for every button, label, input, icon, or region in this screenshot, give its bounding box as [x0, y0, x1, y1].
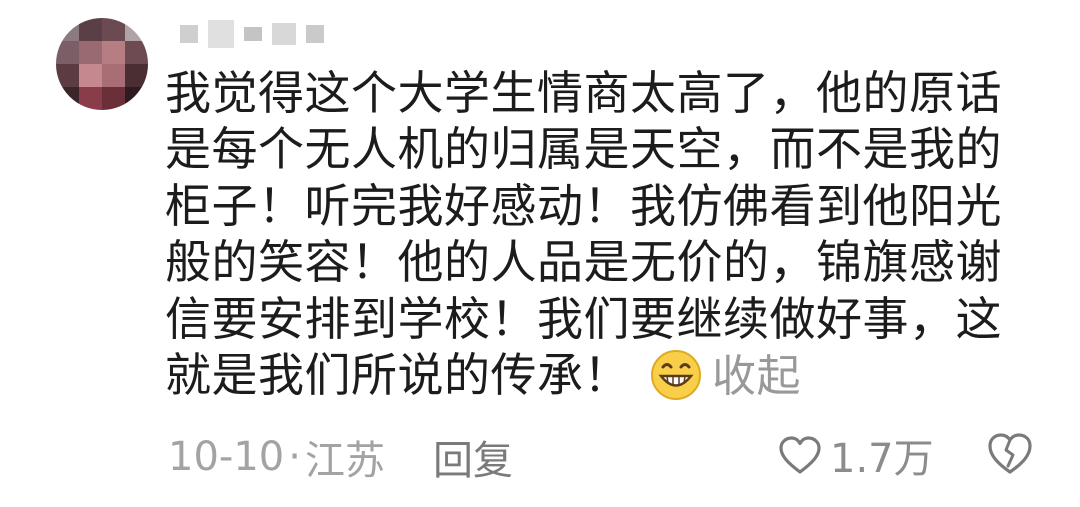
comment-location: 江苏 [304, 438, 385, 484]
avatar-pixel [125, 64, 148, 87]
reply-button[interactable]: 回复 [433, 428, 513, 486]
like-button[interactable]: 1.7万 [778, 426, 934, 484]
avatar-pixel [79, 64, 102, 87]
avatar-pixel [56, 41, 79, 64]
like-count: 1.7万 [830, 436, 934, 482]
avatar-pixel [79, 41, 102, 64]
avatar-pixel [102, 64, 125, 87]
avatar-pixel [102, 41, 125, 64]
avatar-pixel [56, 64, 79, 87]
avatar-pixel [125, 41, 148, 64]
meta-separator: · [288, 434, 301, 480]
username-blurred[interactable] [180, 18, 324, 50]
avatar-pixel [125, 18, 148, 41]
avatar-pixel [102, 87, 125, 110]
avatar-pixel [102, 18, 125, 41]
avatar[interactable] [56, 18, 148, 110]
collapse-button[interactable]: 收起 [712, 351, 801, 402]
broken-heart-icon[interactable] [985, 428, 1035, 478]
avatar-pixel [56, 18, 79, 41]
avatar-pixel [79, 87, 102, 110]
comment-text: 我觉得这个大学生情商太高了，他的原话是每个无人机的归属是天空，而不是我的柜子！听… [165, 66, 1002, 403]
grinning-face-icon [651, 350, 701, 401]
comment-meta: 10-10 · 江苏 回复 [168, 428, 513, 486]
comment-body: 我觉得这个大学生情商太高了，他的原话是每个无人机的归属是天空，而不是我的柜子！听… [165, 65, 1040, 405]
avatar-pixel [125, 87, 148, 110]
heart-outline-icon [779, 436, 821, 474]
avatar-pixel [56, 87, 79, 110]
comment-date: 10-10 [168, 434, 285, 480]
avatar-pixel [79, 18, 102, 41]
